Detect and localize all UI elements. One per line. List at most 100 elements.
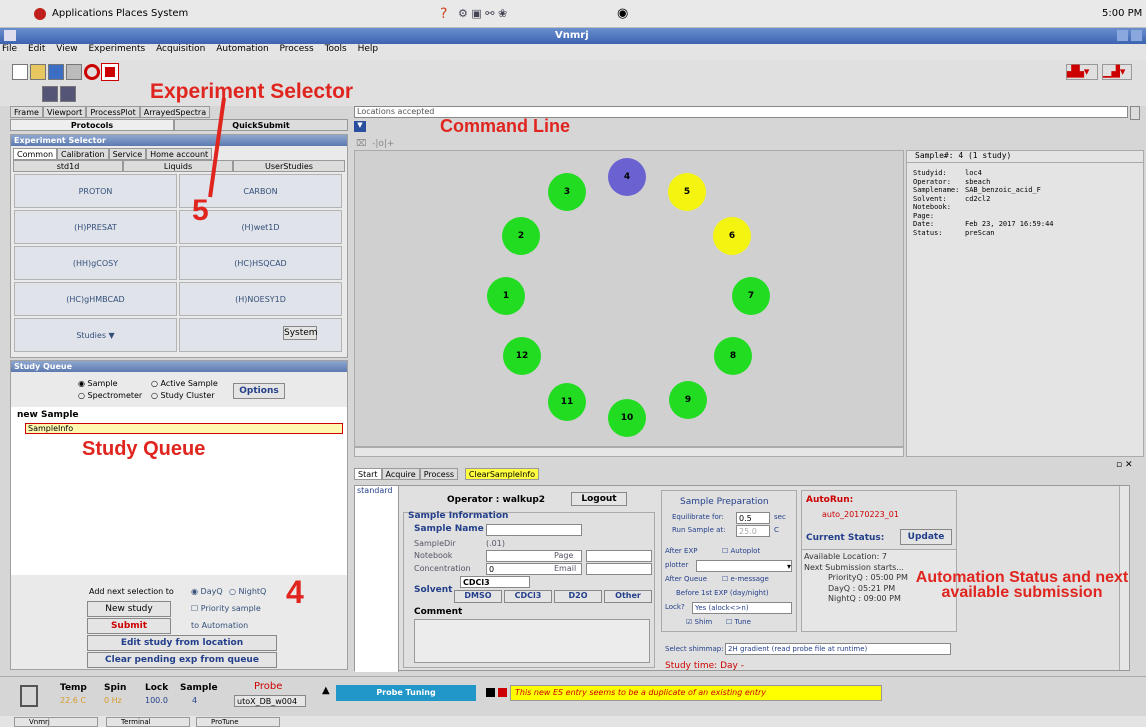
exp-proton[interactable]: PROTON: [14, 174, 177, 208]
tray-scrollbar[interactable]: [354, 447, 904, 457]
applications-menu[interactable]: Applications: [52, 8, 113, 19]
submit-button[interactable]: Submit: [87, 618, 171, 634]
menu-file[interactable]: File: [2, 44, 17, 54]
menu-help[interactable]: Help: [358, 44, 379, 54]
launcher-icons[interactable]: ⚙ ▣ ⚯ ❀: [458, 7, 507, 20]
sample-1[interactable]: 1: [487, 277, 525, 315]
studies-dropdown[interactable]: Studies ▼: [14, 318, 177, 352]
menu-edit[interactable]: Edit: [28, 44, 45, 54]
edit-study-button[interactable]: Edit study from location: [87, 635, 277, 651]
exp-presat[interactable]: (H)PRESAT: [14, 210, 177, 244]
system-button[interactable]: System: [283, 326, 318, 340]
taskbar-protune[interactable]: ProTune: [196, 717, 280, 727]
sample-7[interactable]: 7: [732, 277, 770, 315]
sample-name-field[interactable]: [486, 524, 582, 536]
radio-active-sample[interactable]: ○ Active Sample: [151, 379, 218, 388]
tab-viewport[interactable]: Viewport: [42, 106, 87, 118]
exp-gcosy[interactable]: (HH)gCOSY: [14, 246, 177, 280]
tab-quicksubmit[interactable]: QuickSubmit: [174, 119, 348, 131]
solvent-dmso[interactable]: DMSO: [454, 590, 502, 603]
sample-10[interactable]: 10: [608, 399, 646, 437]
tab-common[interactable]: Common: [13, 148, 58, 160]
menu-acquisition[interactable]: Acquisition: [156, 44, 205, 54]
solvent-d2o[interactable]: D2O: [554, 590, 602, 603]
tab-process[interactable]: Process: [419, 468, 459, 480]
tree-root-new-sample[interactable]: new Sample: [17, 410, 79, 420]
new-study-button[interactable]: New study: [87, 601, 171, 617]
subtab-std1d[interactable]: std1d: [13, 160, 123, 172]
sample-4[interactable]: 4: [608, 158, 646, 196]
clear-sampleinfo-button[interactable]: ClearSampleInfo: [464, 468, 539, 480]
emessage-checkbox[interactable]: ☐ e-message: [722, 575, 769, 583]
sample-6[interactable]: 6: [713, 217, 751, 255]
solvent-other[interactable]: Other: [604, 590, 652, 603]
abort-square-icon[interactable]: [498, 688, 507, 697]
runat-field[interactable]: 25.0: [736, 525, 770, 537]
sample-3[interactable]: 3: [548, 173, 586, 211]
window-menu-icon[interactable]: [4, 30, 16, 41]
menu-automation[interactable]: Automation: [216, 44, 268, 54]
viewport-icon-1[interactable]: [42, 86, 58, 102]
radio-study-cluster[interactable]: ○ Study Cluster: [151, 391, 215, 400]
tab-calibration[interactable]: Calibration: [57, 148, 109, 160]
spectrum-tool-icon[interactable]: ▟▙▾: [1066, 64, 1098, 80]
clear-pending-button[interactable]: Clear pending exp from queue: [87, 652, 277, 668]
shim-checkbox[interactable]: ☑ Shim: [686, 618, 712, 626]
email-field[interactable]: [586, 563, 652, 575]
solvent-select[interactable]: CDCl3: [460, 576, 530, 588]
probe-value[interactable]: utoX_DB_w004: [234, 695, 306, 707]
exp-hsqcad[interactable]: (HC)HSQCAD: [179, 246, 342, 280]
stop-icon[interactable]: [84, 64, 100, 80]
comment-field[interactable]: [414, 619, 650, 663]
radio-nightq[interactable]: ○ NightQ: [229, 587, 266, 596]
priority-checkbox[interactable]: ☐ Priority sample: [191, 604, 261, 613]
viewport-icon-2[interactable]: [60, 86, 76, 102]
radio-sample[interactable]: ◉ Sample: [78, 379, 118, 388]
panel-close-icon[interactable]: ▫ ✕: [1116, 460, 1133, 470]
new-icon[interactable]: [12, 64, 28, 80]
tree-child-sampleinfo[interactable]: SampleInfo: [25, 423, 343, 434]
tab-service[interactable]: Service: [108, 148, 147, 160]
sample-5[interactable]: 5: [668, 173, 706, 211]
integral-tool-icon[interactable]: ▁▟▾: [1102, 64, 1132, 80]
standard-item[interactable]: standard: [355, 486, 392, 495]
subtab-userstudies[interactable]: UserStudies: [233, 160, 345, 172]
logout-button[interactable]: Logout: [571, 492, 627, 506]
tab-start[interactable]: Start: [354, 468, 382, 480]
triangle-icon[interactable]: ▲: [322, 685, 330, 696]
redhat-logo-icon[interactable]: [34, 8, 46, 20]
radio-dayq[interactable]: ◉ DayQ: [191, 587, 223, 596]
menu-process[interactable]: Process: [280, 44, 314, 54]
tab-acquire[interactable]: Acquire: [381, 468, 420, 480]
places-menu[interactable]: Places: [116, 8, 148, 19]
menu-view[interactable]: View: [56, 44, 77, 54]
open-folder-icon[interactable]: [30, 64, 46, 80]
sample-12[interactable]: 12: [503, 337, 541, 375]
network-icon[interactable]: ◉: [617, 6, 628, 21]
tab-protocols[interactable]: Protocols: [10, 119, 174, 131]
autoplot-checkbox[interactable]: ☐ Autoplot: [722, 547, 760, 555]
update-button[interactable]: Update: [900, 529, 952, 545]
command-dropdown-icon[interactable]: ▼: [354, 121, 366, 132]
solvent-cdcl3[interactable]: CDCl3: [504, 590, 552, 603]
sample-9[interactable]: 9: [669, 381, 707, 419]
tab-home-account[interactable]: Home account: [146, 148, 213, 160]
help-icon[interactable]: ?: [440, 6, 447, 22]
lock-select[interactable]: Yes (alock<>n): [692, 602, 792, 614]
print-icon[interactable]: [66, 64, 82, 80]
menu-tools[interactable]: Tools: [325, 44, 347, 54]
command-scroll-arrows[interactable]: [1130, 106, 1140, 120]
trash-icon[interactable]: [20, 685, 38, 707]
graphics-tool-icons[interactable]: ⌧ -|o|+: [356, 139, 394, 149]
tune-checkbox[interactable]: ☐ Tune: [726, 618, 751, 626]
shimmap-select[interactable]: 2H gradient (read probe file at runtime): [725, 643, 951, 655]
save-icon[interactable]: [48, 64, 64, 80]
equil-field[interactable]: 0.5: [736, 512, 770, 524]
tab-processplot[interactable]: ProcessPlot: [86, 106, 140, 118]
abort-icon[interactable]: [101, 63, 119, 81]
radio-spectrometer[interactable]: ○ Spectrometer: [78, 391, 142, 400]
sample-8[interactable]: 8: [714, 337, 752, 375]
taskbar-vnmrj[interactable]: Vnmrj: [14, 717, 98, 727]
tab-frame[interactable]: Frame: [10, 106, 43, 118]
exp-ghmbcad[interactable]: (HC)gHMBCAD: [14, 282, 177, 316]
